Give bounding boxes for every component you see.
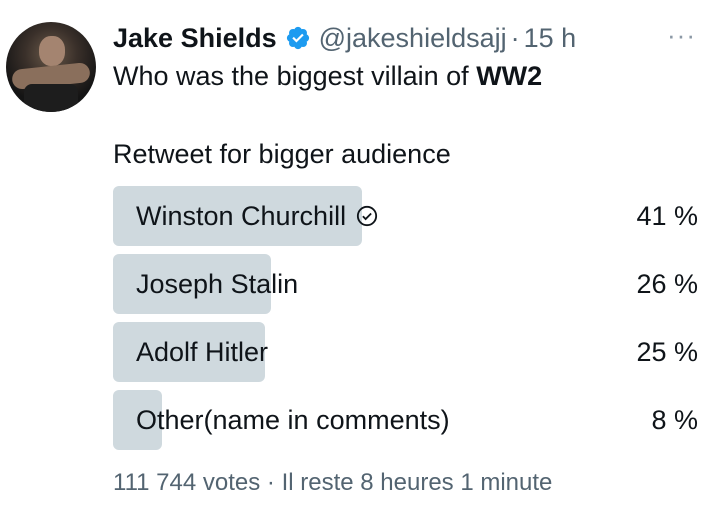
selected-check-icon [356, 205, 378, 227]
author-name[interactable]: Jake Shields [113, 20, 277, 56]
more-horizontal-icon[interactable]: ··· [667, 20, 696, 50]
poll-option[interactable]: Other(name in comments) 8 % [113, 390, 698, 450]
poll: Winston Churchill 41 % Joseph Stalin 26 … [113, 186, 698, 458]
header-separator: · [510, 23, 520, 53]
poll-time-remaining: Il reste 8 heures 1 minute [281, 469, 553, 496]
poll-option-label: Joseph Stalin [136, 268, 299, 299]
tweet-text-bold: WW2 [476, 61, 543, 91]
poll-option-percent: 41 % [636, 200, 698, 231]
poll-option-label: Winston Churchill [136, 200, 347, 231]
poll-option-percent: 8 % [651, 404, 698, 435]
poll-footer: 111 744 votes · Il reste 8 heures 1 minu… [113, 468, 552, 498]
poll-votes: 111 744 votes [113, 469, 261, 496]
tweet-text-prefix: Who was the biggest villain of [113, 61, 477, 91]
avatar-shirt [24, 84, 78, 112]
tweet-header: Jake Shields @jakeshieldsajj · 15 h ··· [113, 20, 696, 56]
tweet-text: Who was the biggest villain of WW2 [113, 58, 542, 94]
avatar[interactable] [6, 22, 96, 112]
poll-option[interactable]: Adolf Hitler 25 % [113, 322, 698, 382]
poll-option-label: Adolf Hitler [136, 336, 269, 367]
tweet-text-line2: Retweet for bigger audience [113, 139, 451, 169]
poll-option-label-wrap: Winston Churchill [136, 186, 378, 246]
author-handle[interactable]: @jakeshieldsajj [319, 20, 507, 56]
avatar-head [39, 36, 65, 66]
poll-option-percent: 25 % [636, 336, 698, 367]
poll-option-label: Other(name in comments) [136, 404, 450, 435]
poll-option[interactable]: Joseph Stalin 26 % [113, 254, 698, 314]
tweet-time[interactable]: 15 h [524, 20, 577, 56]
poll-option-percent: 26 % [636, 268, 698, 299]
poll-option[interactable]: Winston Churchill 41 % [113, 186, 698, 246]
verified-badge-icon [286, 26, 309, 50]
tweet: Jake Shields @jakeshieldsajj · 15 h ··· … [0, 0, 716, 509]
poll-footer-separator: · [266, 469, 275, 496]
